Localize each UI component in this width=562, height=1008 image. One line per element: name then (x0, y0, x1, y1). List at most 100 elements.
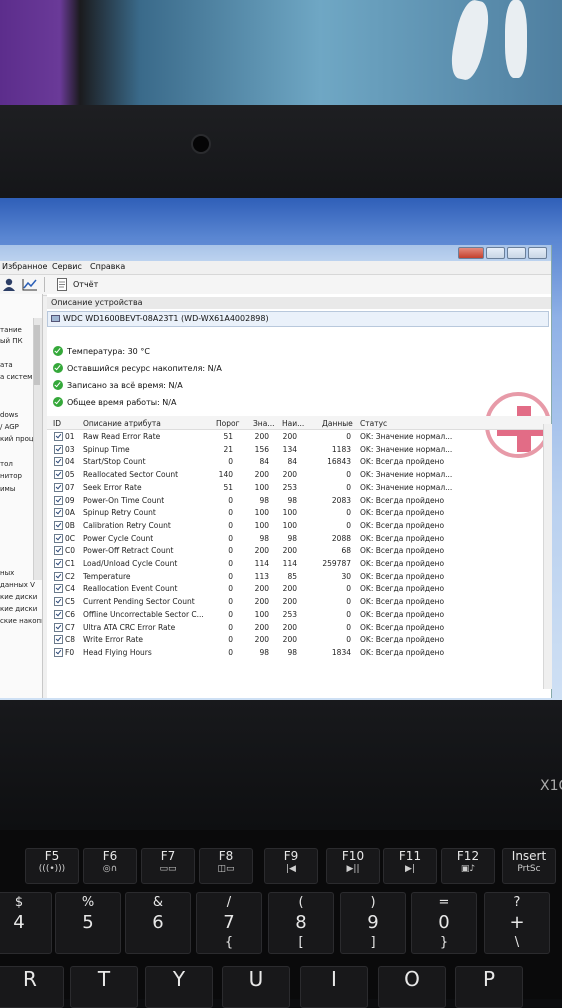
letter-key[interactable]: Y (145, 966, 213, 1008)
sidebar-item[interactable]: данных V (0, 581, 35, 589)
col-header-status[interactable]: Статус (360, 419, 387, 428)
number-key[interactable]: (8 [ (268, 892, 334, 954)
function-key[interactable]: Insert PrtSc (502, 848, 556, 884)
ok-check-icon (53, 363, 63, 373)
device-selector[interactable]: WDC WD1600BEVT-08A23T1 (WD-WX61A4002898) (47, 311, 549, 327)
col-header-id[interactable]: ID (53, 419, 61, 428)
function-key[interactable]: F7 ▭▭ (141, 848, 195, 884)
col-header-worst[interactable]: Наи... (282, 419, 304, 428)
sidebar-item[interactable]: ый ПК (0, 337, 23, 345)
report-icon[interactable] (57, 278, 67, 291)
sidebar-item[interactable]: кий проц (0, 435, 34, 443)
maximize-button[interactable] (507, 247, 526, 259)
table-row[interactable]: C4 Reallocation Event Count 0 200 200 0 OK: Вс… (47, 582, 543, 595)
letter-key[interactable]: P (455, 966, 523, 1008)
cell-raw-data: 0 (346, 432, 351, 441)
table-scrollbar[interactable] (543, 424, 552, 689)
function-key[interactable]: F11 ▶| (383, 848, 437, 884)
number-key[interactable]: $4 (0, 892, 52, 954)
attribute-checkbox[interactable] (54, 457, 63, 467)
function-key[interactable]: F6 ◎∩ (83, 848, 137, 884)
sidebar-item[interactable]: ата (0, 361, 13, 369)
col-header-raw-data[interactable]: Данные (322, 419, 353, 428)
table-row[interactable]: C7 Ultra ATA CRC Error Rate 0 200 200 0 OK: Вс… (47, 621, 543, 634)
attribute-checkbox[interactable] (54, 597, 63, 607)
attribute-checkbox[interactable] (54, 482, 63, 492)
table-row[interactable]: 0B Calibration Retry Count 0 100 100 0 OK: Все… (47, 519, 543, 532)
letter-key[interactable]: U (222, 966, 290, 1008)
table-row[interactable]: F0 Head Flying Hours 0 98 98 1834 OK: Всегда п… (47, 646, 543, 659)
attribute-checkbox[interactable] (54, 571, 63, 581)
minimize-button[interactable] (486, 247, 505, 259)
sidebar-item[interactable]: тание (0, 326, 22, 334)
sidebar-item[interactable]: а систем (0, 373, 32, 381)
sidebar-item[interactable]: тол (0, 460, 13, 468)
function-key[interactable]: F8 ◫▭ (199, 848, 253, 884)
attribute-checkbox[interactable] (54, 622, 63, 632)
table-row[interactable]: C5 Current Pending Sector Count 0 200 200 0 OK… (47, 595, 543, 608)
sidebar-item[interactable]: кие диски (0, 605, 37, 613)
number-key[interactable]: / 7 { (196, 892, 262, 954)
menu-service[interactable]: Сервис (52, 262, 82, 271)
attribute-checkbox[interactable] (54, 533, 63, 543)
table-row[interactable]: 07 Seek Error Rate 51 100 253 0 OK: Значение н… (47, 481, 543, 494)
table-row[interactable]: C6 Offline Uncorrectable Sector C... 0 100 2… (47, 608, 543, 621)
col-header-threshold[interactable]: Порог (216, 419, 240, 428)
attribute-checkbox[interactable] (54, 647, 63, 657)
number-key[interactable]: ) 9] (340, 892, 406, 954)
sidebar-item[interactable]: / AGP (0, 423, 19, 431)
restore-button[interactable] (528, 247, 547, 259)
key-label: ] (370, 935, 376, 950)
attribute-checkbox[interactable] (54, 495, 63, 505)
sidebar-item[interactable]: кие диски (0, 593, 37, 601)
chart-icon[interactable] (22, 278, 38, 291)
number-key[interactable]: ? + \ (484, 892, 550, 954)
function-key[interactable]: F9 |◀ (264, 848, 318, 884)
window-titlebar[interactable] (0, 245, 551, 261)
table-row[interactable]: C1 Load/Unload Cycle Count 0 114 114 259787 OK… (47, 557, 543, 570)
number-key[interactable]: % 5 (55, 892, 121, 954)
close-window-button[interactable] (458, 247, 484, 259)
table-row[interactable]: 0A Spinup Retry Count 0 100 100 0 OK: Всегда п… (47, 506, 543, 519)
table-row[interactable]: 04 Start/Stop Count 0 84 84 16843 OK: Всегда п… (47, 455, 543, 468)
letter-key[interactable]: T (70, 966, 138, 1008)
attribute-checkbox[interactable] (54, 635, 63, 645)
attribute-checkbox[interactable] (54, 508, 63, 518)
table-row[interactable]: 01 Raw Read Error Rate 51 200 200 0 OK: Значен… (47, 430, 543, 443)
function-key[interactable]: F5 (((•))) (25, 848, 79, 884)
sidebar-item[interactable]: нитор (0, 472, 22, 480)
table-row[interactable]: C0 Power-Off Retract Count 0 200 200 68 OK: Вс… (47, 544, 543, 557)
sidebar-item[interactable]: dows (0, 411, 18, 419)
sidebar-item[interactable]: имы (0, 485, 15, 493)
attribute-checkbox[interactable] (54, 520, 63, 530)
attribute-checkbox[interactable] (54, 546, 63, 556)
letter-key[interactable]: R (0, 966, 64, 1008)
attribute-checkbox[interactable] (54, 444, 63, 454)
sidebar-item[interactable]: ские накопи (0, 617, 42, 625)
report-button-label[interactable]: Отчёт (73, 280, 98, 289)
sidebar-scrollbar-thumb[interactable] (34, 325, 40, 385)
attribute-checkbox[interactable] (54, 559, 63, 568)
number-key[interactable]: & 6 (125, 892, 191, 954)
attribute-checkbox[interactable] (54, 470, 63, 480)
menu-help[interactable]: Справка (90, 262, 125, 271)
table-row[interactable]: 05 Reallocated Sector Count 140 200 200 0 OK: … (47, 468, 543, 481)
function-key[interactable]: F10 ▶|| (326, 848, 380, 884)
letter-key[interactable]: O (378, 966, 446, 1008)
function-key[interactable]: F12 ▣♪ (441, 848, 495, 884)
attribute-checkbox[interactable] (54, 609, 63, 619)
attribute-checkbox[interactable] (54, 584, 63, 594)
letter-key[interactable]: I (300, 966, 368, 1008)
table-row[interactable]: 03 Spinup Time 21 156 134 1183 OK: Значение но… (47, 443, 543, 456)
col-header-value[interactable]: Зна... (253, 419, 274, 428)
table-row[interactable]: 09 Power-On Time Count 0 98 98 2083 OK: Всегда… (47, 494, 543, 507)
sidebar-item[interactable]: ных (0, 569, 14, 577)
user-icon[interactable] (2, 278, 16, 291)
menu-favorites[interactable]: Избранное (2, 262, 47, 271)
attribute-checkbox[interactable] (54, 432, 63, 441)
col-header-description[interactable]: Описание атрибута (83, 419, 161, 428)
table-row[interactable]: C8 Write Error Rate 0 200 200 0 OK: Всегда про… (47, 633, 543, 646)
table-row[interactable]: 0C Power Cycle Count 0 98 98 2088 OK: Всегда п… (47, 532, 543, 545)
number-key[interactable]: = 0} (411, 892, 477, 954)
table-row[interactable]: C2 Temperature 0 113 85 30 OK: Всегда пройдено (47, 570, 543, 583)
